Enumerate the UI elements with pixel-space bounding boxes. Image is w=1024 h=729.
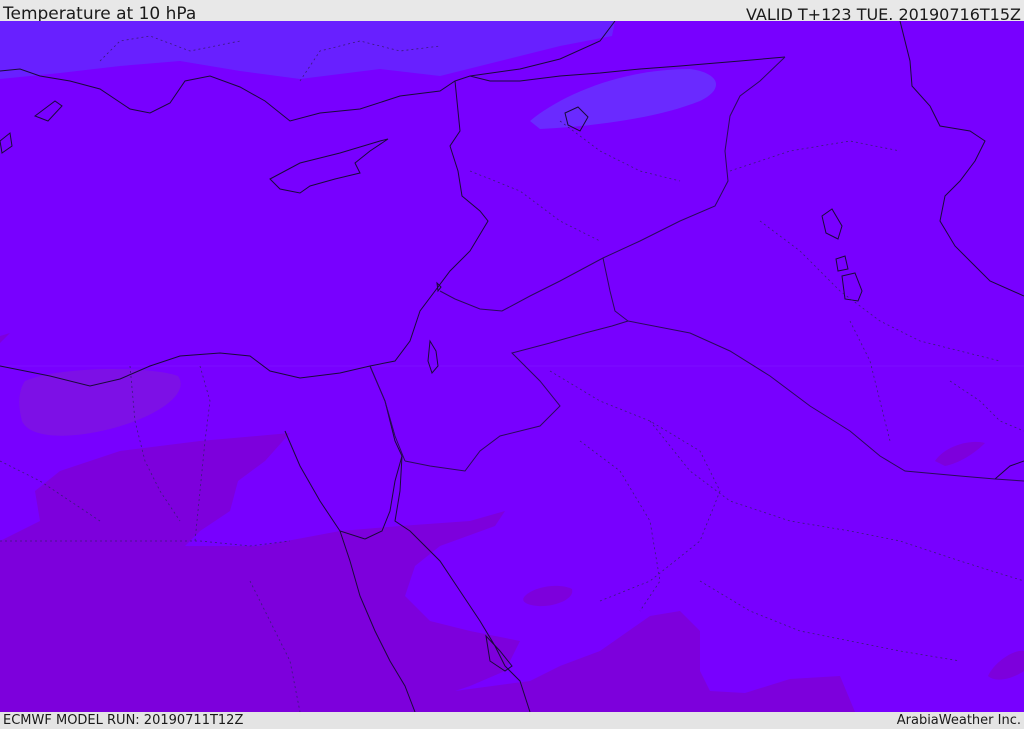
footer-bar: ECMWF MODEL RUN: 20190711T12Z ArabiaWeat… (0, 712, 1024, 729)
model-run-label: ECMWF MODEL RUN: 20190711T12Z (3, 713, 244, 728)
header-bar: Temperature at 10 hPa VALID T+123 TUE. 2… (0, 0, 1024, 24)
map-panel (0, 21, 1024, 712)
credit-label: ArabiaWeather Inc. (896, 713, 1021, 728)
temperature-map (0, 21, 1024, 712)
